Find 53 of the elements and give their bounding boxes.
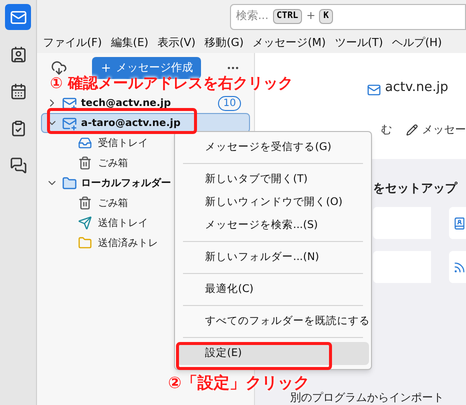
context-menu-item[interactable]: メッセージを検索...(S)	[177, 214, 369, 237]
trash-icon	[78, 156, 92, 170]
folder-label: a-taro@actv.ne.jp	[81, 116, 180, 130]
trash-icon	[78, 196, 92, 210]
menu-item[interactable]: ツール(T)	[334, 34, 384, 52]
mail-account-icon	[62, 96, 77, 110]
toolbar-button[interactable]: メッセー	[406, 122, 466, 138]
folder-label: ごみ箱	[98, 156, 128, 170]
address-book-icon	[453, 216, 466, 230]
plus-icon	[100, 62, 112, 74]
contacts-icon	[10, 46, 26, 62]
pencil-icon	[406, 124, 418, 136]
menu-item[interactable]: 移動(G)	[204, 34, 244, 52]
toolbar-button[interactable]: む	[381, 122, 392, 138]
search-field[interactable]: 検索... CTRL + K	[230, 4, 466, 30]
inbox-icon	[78, 136, 92, 150]
folder-label: 送信済みトレ	[98, 236, 158, 250]
mail-account-icon	[62, 116, 77, 130]
search-placeholder: 検索...	[236, 8, 268, 24]
context-menu-item[interactable]: 最適化(C)	[177, 278, 369, 301]
plus-sign: +	[306, 8, 316, 24]
feed-icon	[453, 260, 466, 274]
import-title: 別のプログラムからインポート	[290, 390, 444, 405]
shortcut-key: K	[319, 8, 333, 24]
folder-icon	[78, 236, 92, 250]
folder-label: ローカルフォルダー	[81, 176, 171, 190]
shortcut-key: CTRL	[272, 8, 302, 24]
folder-label: 受信トレイ	[98, 136, 148, 150]
menu-item[interactable]: ヘルプ(H)	[392, 34, 442, 52]
account-header: actv.ne.jp	[385, 78, 448, 96]
mail-icon	[10, 8, 26, 26]
cloud-download-icon[interactable]	[51, 60, 67, 76]
send-icon	[78, 216, 92, 230]
calendar-icon	[10, 82, 26, 100]
context-menu-item[interactable]: 新しいフォルダー...(N)	[177, 246, 369, 269]
mail-button[interactable]	[5, 4, 31, 30]
menu-item[interactable]: メッセージ(M)	[252, 34, 326, 52]
folder-label: ごみ箱	[98, 196, 128, 210]
folder-icon	[62, 176, 77, 190]
menu-item[interactable]: 編集(E)	[110, 34, 148, 52]
unread-count: 10	[218, 96, 241, 110]
setup-title: をセットアップ	[373, 180, 458, 197]
annotation-text: ②「設定」クリック	[168, 372, 310, 392]
folder-label: 送信トレイ	[98, 216, 148, 230]
account-row[interactable]: tech@actv.ne.jp 10	[41, 93, 250, 113]
context-menu-item[interactable]: すべてのフォルダーを既読にする	[177, 310, 369, 333]
menu-item[interactable]: ファイル(F)	[43, 34, 102, 52]
chat-icon	[10, 156, 26, 174]
mail-icon	[367, 83, 381, 97]
tasks-icon	[10, 120, 26, 136]
context-menu-item[interactable]: 新しいウィンドウで開く(O)	[177, 191, 369, 214]
folder-label: tech@actv.ne.jp	[81, 96, 171, 110]
menu-item[interactable]: 表示(V)	[157, 34, 196, 52]
